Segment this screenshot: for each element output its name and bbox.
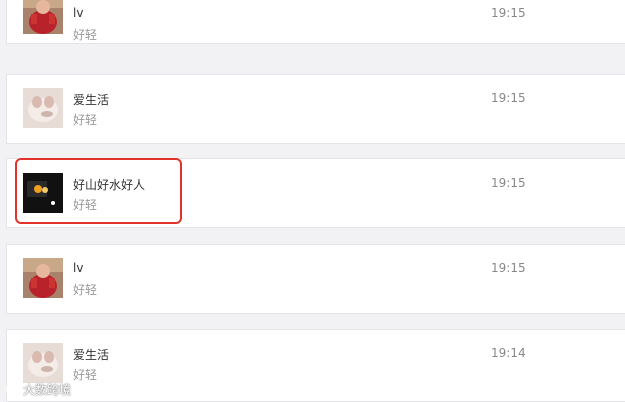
avatar-red-doll[interactable] — [23, 258, 63, 298]
message-card[interactable]: lv 好轻 19:15 — [6, 0, 625, 44]
message-card[interactable]: 爱生活 好轻 19:14 — [6, 329, 625, 402]
message-card[interactable]: 爱生活 好轻 19:15 — [6, 74, 625, 144]
highlight-box — [15, 158, 182, 224]
avatar-white-dog[interactable] — [23, 343, 63, 383]
message-preview: 好轻 — [73, 28, 98, 42]
message-time: 19:14 — [491, 346, 526, 360]
contact-name: lv — [73, 6, 84, 20]
watermark-text: 大数跨境 — [23, 383, 72, 397]
message-time: 19:15 — [491, 261, 526, 275]
watermark: 大数跨境 — [6, 381, 71, 398]
message-card[interactable]: lv 好轻 19:15 — [6, 244, 625, 314]
contact-name: 爱生活 — [73, 93, 110, 107]
avatar-white-dog[interactable] — [23, 88, 63, 128]
message-preview: 好轻 — [73, 368, 98, 382]
message-time: 19:15 — [491, 176, 526, 190]
message-time: 19:15 — [491, 91, 526, 105]
watermark-logo-icon — [6, 382, 20, 396]
contact-name: 爱生活 — [73, 348, 110, 362]
message-preview: 好轻 — [73, 113, 98, 127]
message-list: lv 好轻 19:15 爱生活 好轻 19:15 好山好水好人 好轻 19:15… — [0, 0, 625, 402]
avatar-red-doll[interactable] — [23, 0, 63, 34]
message-time: 19:15 — [491, 6, 526, 20]
message-preview: 好轻 — [73, 283, 98, 297]
contact-name: lv — [73, 261, 84, 275]
